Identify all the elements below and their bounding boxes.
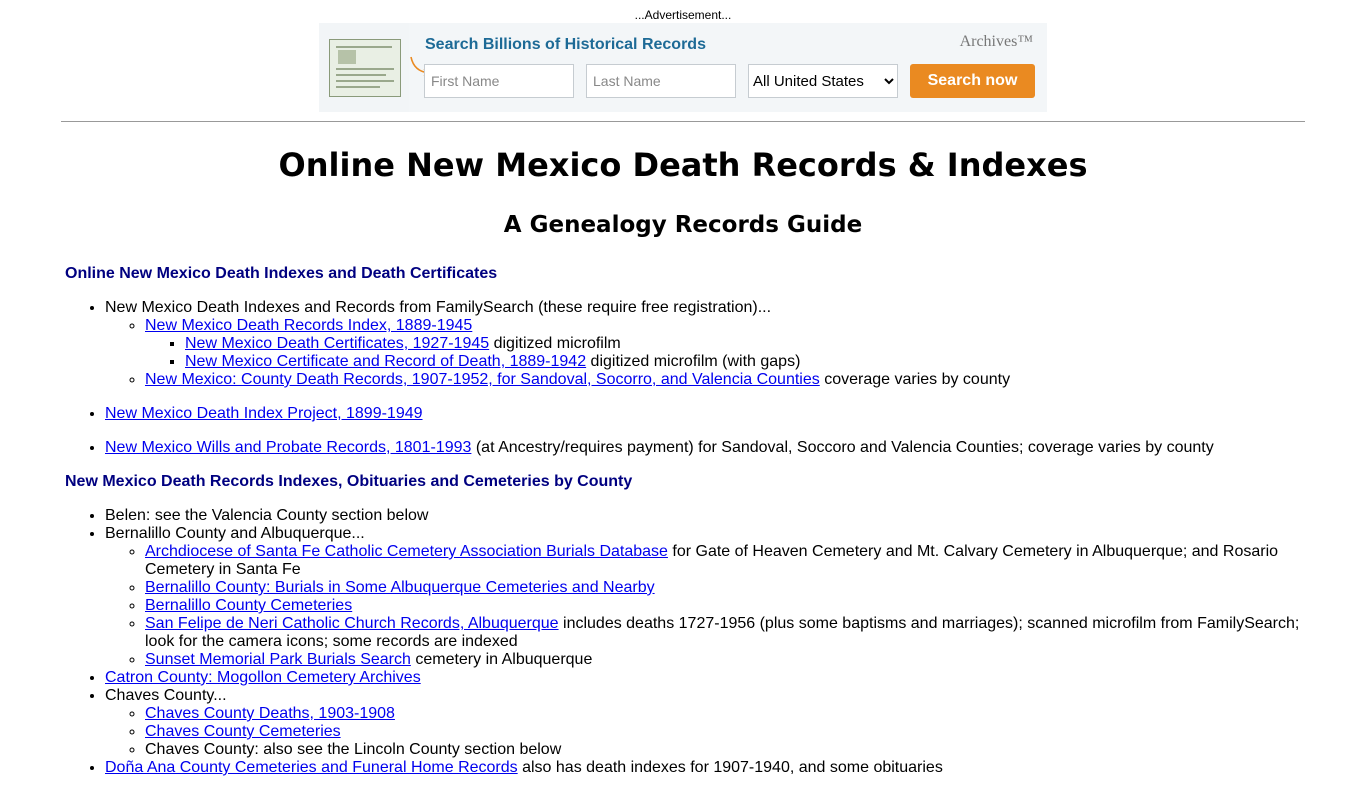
search-now-button[interactable]: Search now [910, 64, 1035, 98]
link-nm-death-index-project[interactable]: New Mexico Death Index Project, 1899-194… [105, 405, 423, 422]
link-san-felipe-de-neri[interactable]: San Felipe de Neri Catholic Church Recor… [145, 615, 559, 632]
list-item: New Mexico Death Records Index, 1889-194… [145, 317, 1305, 371]
link-catron-mogollon[interactable]: Catron County: Mogollon Cemetery Archive… [105, 669, 421, 686]
link-nm-certificate-record-of-death[interactable]: New Mexico Certificate and Record of Dea… [185, 353, 586, 370]
advertisement-label: ...Advertisement... [634, 8, 732, 22]
link-archdiocese-santa-fe[interactable]: Archdiocese of Santa Fe Catholic Cemeter… [145, 543, 668, 560]
certificate-thumbnail [329, 39, 401, 97]
list-item: Bernalillo County: Burials in Some Albuq… [145, 579, 1305, 597]
main-content: Online New Mexico Death Indexes and Deat… [65, 265, 1305, 793]
ad-search-panel: Search Billions of Historical Records Ar… [409, 23, 1047, 112]
wills-probate-list: New Mexico Wills and Probate Records, 18… [65, 439, 1305, 457]
list-item: Chaves County: also see the Lincoln Coun… [145, 741, 1305, 759]
divider [61, 121, 1305, 122]
link-nm-wills-probate[interactable]: New Mexico Wills and Probate Records, 18… [105, 439, 471, 456]
location-select[interactable]: All United States [748, 64, 898, 98]
list-item: Bernalillo County Cemeteries [145, 597, 1305, 615]
link-chaves-deaths[interactable]: Chaves County Deaths, 1903-1908 [145, 705, 395, 722]
section-heading-death-indexes: Online New Mexico Death Indexes and Deat… [65, 265, 498, 282]
link-chaves-cemeteries[interactable]: Chaves County Cemeteries [145, 723, 341, 740]
ad-title: Search Billions of Historical Records [425, 36, 706, 53]
list-item: Chaves County Deaths, 1903-1908 [145, 705, 1305, 723]
archives-logo: Archives™ [959, 33, 1033, 50]
first-name-input[interactable] [424, 64, 574, 98]
link-nm-county-death-records[interactable]: New Mexico: County Death Records, 1907-1… [145, 371, 820, 388]
list-item: New Mexico Certificate and Record of Dea… [185, 353, 1305, 371]
link-bernalillo-burials[interactable]: Bernalillo County: Burials in Some Albuq… [145, 579, 655, 596]
list-item: New Mexico Death Index Project, 1899-194… [105, 405, 1305, 423]
list-item: New Mexico Death Indexes and Records fro… [105, 299, 1305, 389]
list-item: San Felipe de Neri Catholic Church Recor… [145, 615, 1305, 651]
list-item: New Mexico: County Death Records, 1907-1… [145, 371, 1305, 389]
list-item: Sunset Memorial Park Burials Search ceme… [145, 651, 1305, 669]
page-title: Online New Mexico Death Records & Indexe… [278, 146, 1088, 184]
list-item: Doña Ana County Cemeteries and Funeral H… [105, 759, 1305, 777]
page-subtitle: A Genealogy Records Guide [503, 212, 863, 238]
list-item: Belen: see the Valencia County section b… [105, 507, 1305, 525]
list-item: Chaves County... Chaves County Deaths, 1… [105, 687, 1305, 759]
list-item: Bernalillo County and Albuquerque... Arc… [105, 525, 1305, 669]
list-item: Archdiocese of Santa Fe Catholic Cemeter… [145, 543, 1305, 579]
last-name-input[interactable] [586, 64, 736, 98]
list-item: Catron County: Mogollon Cemetery Archive… [105, 669, 1305, 687]
death-index-project-list: New Mexico Death Index Project, 1899-194… [65, 405, 1305, 423]
link-nm-death-records-index[interactable]: New Mexico Death Records Index, 1889-194… [145, 317, 472, 334]
link-bernalillo-cemeteries[interactable]: Bernalillo County Cemeteries [145, 597, 352, 614]
list-item: Chaves County Cemeteries [145, 723, 1305, 741]
county-list: Belen: see the Valencia County section b… [65, 507, 1305, 777]
familysearch-list: New Mexico Death Indexes and Records fro… [65, 299, 1305, 389]
list-item: New Mexico Death Certificates, 1927-1945… [185, 335, 1305, 353]
ad-banner[interactable]: Search Billions of Historical Records Ar… [319, 23, 1047, 112]
link-sunset-memorial-park[interactable]: Sunset Memorial Park Burials Search [145, 651, 411, 668]
link-nm-death-certificates[interactable]: New Mexico Death Certificates, 1927-1945 [185, 335, 489, 352]
section-heading-by-county: New Mexico Death Records Indexes, Obitua… [65, 473, 633, 490]
list-item: New Mexico Wills and Probate Records, 18… [105, 439, 1305, 457]
